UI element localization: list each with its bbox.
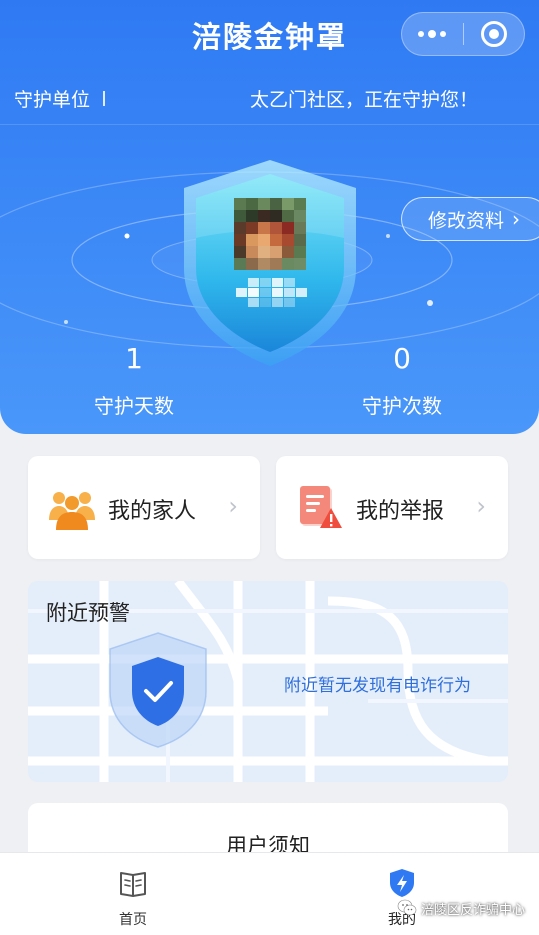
source-watermark: 涪陵区反诈骗中心	[397, 898, 525, 918]
chevron-right-icon: ›	[476, 492, 486, 520]
shield-lightning-icon	[390, 869, 414, 897]
target-ring-icon	[480, 21, 507, 47]
user-avatar[interactable]	[234, 198, 306, 270]
edit-profile-label: 修改资料	[428, 209, 505, 232]
guard-unit-separator	[103, 91, 105, 106]
my-family-label: 我的家人	[108, 499, 197, 524]
my-report-label: 我的举报	[356, 499, 445, 524]
shield-check-icon	[109, 632, 207, 748]
family-icon	[49, 492, 95, 530]
my-family-card[interactable]: 我的家人 ›	[28, 456, 260, 559]
header-divider	[0, 124, 539, 125]
chevron-right-icon: ›	[228, 492, 238, 520]
guard-days-label: 守护天数	[94, 394, 174, 418]
tab-home-label: 首页	[119, 912, 147, 928]
tab-home[interactable]: 首页	[93, 867, 173, 929]
guard-times-value: 0	[393, 342, 411, 375]
guard-unit-label: 守护单位	[14, 88, 91, 111]
more-button[interactable]	[402, 13, 463, 55]
wechat-icon	[397, 899, 417, 916]
watermark-text: 涪陵区反诈骗中心	[420, 902, 525, 918]
guard-days-value: 1	[125, 342, 143, 375]
my-report-card[interactable]: 我的举报 ›	[276, 456, 508, 559]
guard-unit-message: 太乙门社区，正在守护您！	[250, 88, 479, 111]
miniprogram-capsule	[401, 12, 525, 56]
header-panel: 涪陵金钟罩 守护单位 太乙门社区，正在守护您！ 修改资料 › 1 守护天数 0 …	[0, 0, 539, 434]
chevron-right-icon: ›	[512, 207, 521, 231]
bottom-tab-bar: 首页 我的	[0, 852, 539, 935]
id-code-mosaic	[236, 278, 307, 307]
nearby-warning-message: 附近暂无发现有电诈行为	[284, 676, 471, 696]
edit-profile-button[interactable]: 修改资料 ›	[401, 197, 539, 241]
close-miniprogram-button[interactable]	[464, 13, 525, 55]
guard-times-stat: 0 守护次数	[332, 342, 472, 419]
more-dots-icon	[418, 29, 447, 38]
guard-days-stat: 1 守护天数	[64, 342, 204, 419]
guard-unit-row: 守护单位 太乙门社区，正在守护您！	[0, 78, 539, 118]
book-icon	[120, 872, 146, 897]
nearby-warning-title: 附近预警	[46, 601, 130, 625]
guard-times-label: 守护次数	[362, 394, 442, 418]
nearby-warning-card[interactable]: 附近预警 附近暂无发现有电诈行为	[28, 581, 508, 782]
report-document-icon	[300, 486, 342, 528]
